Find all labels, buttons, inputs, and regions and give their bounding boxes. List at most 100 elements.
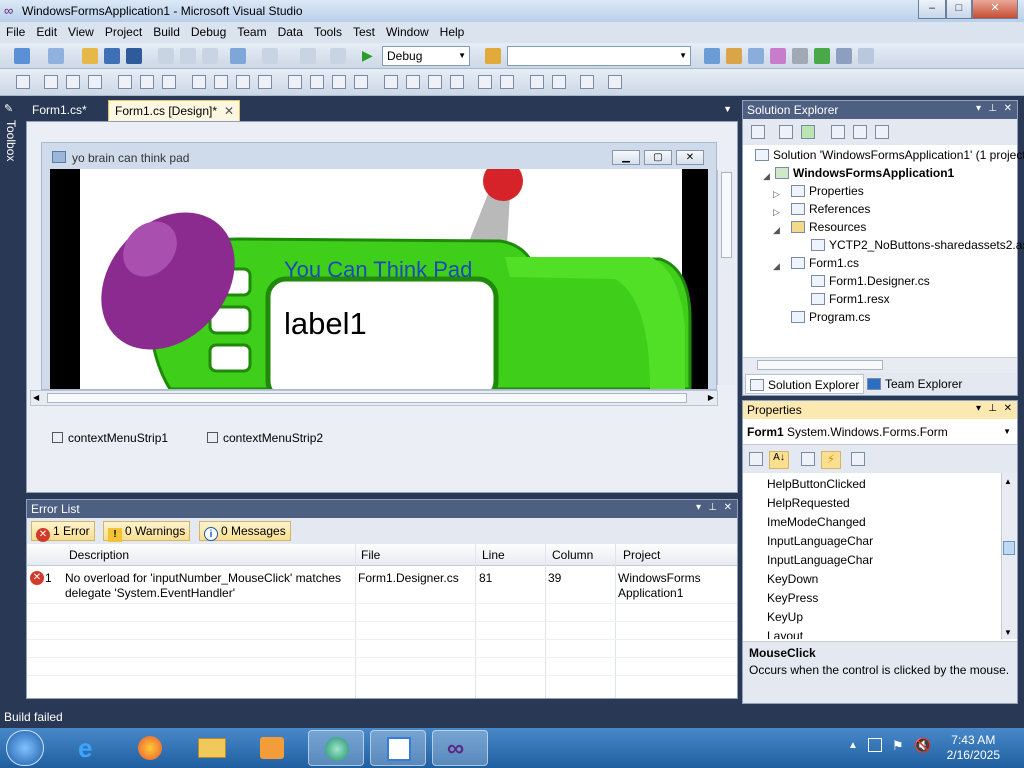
make-same-height-icon[interactable] bbox=[214, 75, 228, 89]
menu-debug[interactable]: Debug bbox=[185, 22, 231, 43]
designer-horizontal-scrollbar[interactable]: ◀ ▶ bbox=[30, 390, 718, 406]
toolbox-icon[interactable] bbox=[770, 48, 786, 64]
internet-explorer-button[interactable]: e bbox=[62, 730, 118, 766]
solution-configuration-combo[interactable]: Debug ▼ bbox=[382, 46, 470, 66]
maximize-button[interactable]: □ bbox=[946, 0, 972, 19]
close-icon[interactable]: ✕ bbox=[1004, 103, 1012, 114]
make-same-size-icon[interactable] bbox=[236, 75, 250, 89]
refresh-icon[interactable] bbox=[801, 125, 815, 139]
menu-data[interactable]: Data bbox=[272, 22, 308, 43]
pin-icon[interactable]: ⊥ bbox=[988, 403, 997, 414]
tree-resources[interactable]: Resources bbox=[791, 220, 866, 234]
decrease-vertical-icon[interactable] bbox=[428, 75, 442, 89]
column-column[interactable]: Column bbox=[552, 548, 593, 562]
tool-window-button[interactable] bbox=[370, 730, 426, 766]
copy-icon[interactable] bbox=[180, 48, 196, 64]
tab-form1-design[interactable]: Form1.cs [Design]* ✕ bbox=[108, 100, 241, 121]
scroll-down-icon[interactable]: ▼ bbox=[1004, 628, 1012, 637]
menu-window[interactable]: Window bbox=[380, 22, 434, 43]
bring-to-front-icon[interactable] bbox=[530, 75, 544, 89]
vertical-spacing-icon[interactable] bbox=[384, 75, 398, 89]
tab-form1-cs[interactable]: Form1.cs* bbox=[26, 100, 93, 121]
errors-filter-button[interactable]: ✕ 1 Error bbox=[31, 521, 95, 542]
column-file[interactable]: File bbox=[361, 548, 380, 562]
add-item-icon[interactable] bbox=[48, 48, 64, 64]
align-centers-icon[interactable] bbox=[66, 75, 80, 89]
command-window-icon[interactable] bbox=[858, 48, 874, 64]
expand-icon[interactable]: ▷ bbox=[773, 189, 780, 200]
redo-icon[interactable] bbox=[262, 48, 278, 64]
menu-tools[interactable]: Tools bbox=[308, 22, 347, 43]
column-line[interactable]: Line bbox=[482, 548, 505, 562]
column-project[interactable]: Project bbox=[623, 548, 660, 562]
panel-menu-icon[interactable]: ▾ bbox=[976, 103, 981, 114]
tree-form1-designer[interactable]: Form1.Designer.cs bbox=[811, 274, 930, 288]
properties-scrollbar[interactable]: ▲ ▼ bbox=[1001, 473, 1017, 639]
tab-team-explorer[interactable]: Team Explorer bbox=[863, 374, 966, 394]
save-icon[interactable] bbox=[104, 48, 120, 64]
start-page-icon[interactable] bbox=[814, 48, 830, 64]
event-keydown[interactable]: KeyDown bbox=[767, 572, 818, 586]
find-combo[interactable]: ▼ bbox=[507, 46, 691, 66]
event-keyup[interactable]: KeyUp bbox=[767, 610, 803, 624]
expand-icon[interactable]: ▷ bbox=[773, 207, 780, 218]
tree-form1-cs[interactable]: Form1.cs bbox=[791, 256, 859, 270]
tree-form1-resx[interactable]: Form1.resx bbox=[811, 292, 890, 306]
align-tops-icon[interactable] bbox=[118, 75, 132, 89]
menu-team[interactable]: Team bbox=[231, 22, 271, 43]
properties-icon[interactable] bbox=[751, 125, 765, 139]
file-explorer-button[interactable] bbox=[184, 730, 240, 766]
send-to-back-icon[interactable] bbox=[552, 75, 566, 89]
column-description[interactable]: Description bbox=[69, 548, 129, 562]
extension-manager-icon[interactable] bbox=[836, 48, 852, 64]
tree-program-cs[interactable]: Program.cs bbox=[791, 310, 870, 324]
close-tab-icon[interactable]: ✕ bbox=[224, 104, 234, 118]
close-icon[interactable]: ✕ bbox=[724, 502, 732, 513]
events-lightning-icon[interactable]: ⚡ bbox=[821, 451, 841, 469]
align-lefts-icon[interactable] bbox=[44, 75, 58, 89]
increase-vertical-icon[interactable] bbox=[406, 75, 420, 89]
event-inputlanguagechanging[interactable]: InputLanguageChar bbox=[767, 553, 873, 567]
solution-explorer-icon[interactable] bbox=[704, 48, 720, 64]
component-contextmenustrip2[interactable]: contextMenuStrip2 bbox=[207, 431, 323, 445]
label1-control[interactable]: label1 bbox=[284, 306, 367, 341]
show-hidden-icons[interactable]: ▲ bbox=[848, 740, 858, 751]
increase-spacing-icon[interactable] bbox=[310, 75, 324, 89]
scroll-up-icon[interactable]: ▲ bbox=[1004, 477, 1012, 486]
alphabetical-icon[interactable]: A↓ bbox=[769, 451, 789, 469]
app-window-button[interactable] bbox=[308, 730, 364, 766]
collapse-icon[interactable]: ◢ bbox=[763, 171, 770, 182]
table-row[interactable]: ✕ 1 No overload for 'inputNumber_MouseCl… bbox=[27, 567, 737, 603]
class-diagram-icon[interactable] bbox=[875, 125, 889, 139]
firefox-button[interactable] bbox=[122, 730, 178, 766]
designer-vertical-scrollbar[interactable] bbox=[717, 170, 735, 385]
event-imemodechanged[interactable]: ImeModeChanged bbox=[767, 515, 866, 529]
pin-icon[interactable]: ⊥ bbox=[708, 502, 717, 513]
navigate-back-icon[interactable] bbox=[300, 48, 316, 64]
horizontal-scroll-thumb[interactable] bbox=[47, 393, 687, 403]
decrease-spacing-icon[interactable] bbox=[332, 75, 346, 89]
vertical-scroll-thumb[interactable] bbox=[721, 172, 732, 258]
tree-asset-file[interactable]: YCTP2_NoButtons-sharedassets2.ass bbox=[811, 238, 1024, 252]
action-center-flag-icon[interactable]: ⚑ bbox=[892, 738, 904, 754]
event-helpbuttonclicked[interactable]: HelpButtonClicked bbox=[767, 477, 866, 491]
align-middles-icon[interactable] bbox=[140, 75, 154, 89]
view-designer-icon[interactable] bbox=[853, 125, 867, 139]
open-folder-icon[interactable] bbox=[82, 48, 98, 64]
navigate-forward-icon[interactable] bbox=[330, 48, 346, 64]
menu-build[interactable]: Build bbox=[147, 22, 185, 43]
tree-solution[interactable]: Solution 'WindowsFormsApplication1' (1 p… bbox=[755, 148, 1024, 162]
visual-studio-button[interactable]: ∞ bbox=[432, 730, 488, 766]
show-all-files-icon[interactable] bbox=[779, 125, 793, 139]
panel-menu-icon[interactable]: ▾ bbox=[976, 403, 981, 414]
pin-icon[interactable]: ⊥ bbox=[988, 103, 997, 114]
align-to-grid-icon[interactable] bbox=[16, 75, 30, 89]
tree-project[interactable]: WindowsFormsApplication1 bbox=[775, 166, 954, 180]
warnings-filter-button[interactable]: ! 0 Warnings bbox=[103, 521, 191, 542]
horizontal-spacing-icon[interactable] bbox=[288, 75, 302, 89]
property-pages-icon[interactable] bbox=[851, 452, 865, 466]
make-same-width-icon[interactable] bbox=[192, 75, 206, 89]
align-bottoms-icon[interactable] bbox=[162, 75, 176, 89]
scroll-thumb[interactable] bbox=[1003, 541, 1015, 555]
collapse-icon[interactable]: ◢ bbox=[773, 225, 780, 236]
